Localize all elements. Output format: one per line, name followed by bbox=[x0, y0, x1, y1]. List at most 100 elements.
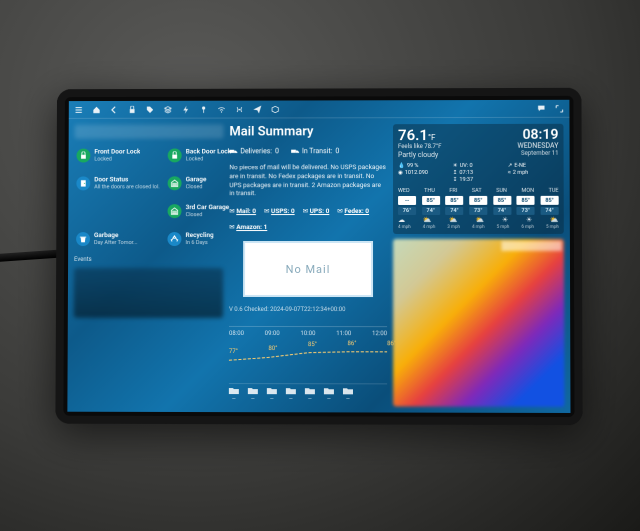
forecast-wind: 4 mph bbox=[423, 225, 436, 230]
condition: Partly cloudy bbox=[398, 151, 442, 159]
forecast-day: SUN bbox=[496, 188, 507, 194]
mail-image-text: No Mail bbox=[286, 263, 331, 276]
broadcast-icon[interactable] bbox=[235, 105, 243, 113]
mail-checked: V 0.6 Checked: 2024-09-07T22:12:34+00:00 bbox=[229, 306, 387, 313]
expand-icon[interactable] bbox=[555, 104, 563, 112]
forecast-hi: 85° bbox=[540, 196, 558, 205]
status-tiles: Front Door LockLocked Back Door LockLock… bbox=[74, 143, 223, 251]
carrier-fedex: ✉ Fedex: 0 bbox=[337, 207, 369, 215]
menu-icon[interactable] bbox=[75, 106, 83, 114]
folder-icon bbox=[324, 387, 334, 395]
wifi-icon[interactable] bbox=[218, 105, 226, 113]
folder-item[interactable]: — bbox=[267, 387, 277, 402]
forecast-icon: ☀ bbox=[502, 216, 508, 224]
truck-icon bbox=[229, 147, 237, 155]
lock-icon bbox=[76, 149, 90, 163]
forecast-wind: 6 mph bbox=[521, 225, 534, 230]
recycle-icon bbox=[168, 232, 182, 246]
forecast-day: THU bbox=[424, 188, 435, 194]
tag-icon[interactable] bbox=[146, 105, 154, 113]
folder-item[interactable]: — bbox=[229, 387, 239, 402]
home-icon[interactable] bbox=[93, 105, 101, 113]
transit-stat: In Transit: 0 bbox=[291, 147, 339, 155]
wind-spd: ≈2 mph bbox=[508, 170, 559, 176]
clock-date: September 11 bbox=[517, 150, 558, 157]
lock-icon[interactable] bbox=[128, 105, 136, 113]
left-column: Front Door LockLocked Back Door LockLock… bbox=[73, 125, 223, 407]
forecast-day: MON bbox=[521, 188, 534, 194]
lock-icon bbox=[168, 148, 182, 162]
feels-like: Feels like 78.7°F bbox=[398, 143, 442, 150]
transit-icon bbox=[291, 147, 299, 155]
carrier-ups: ✉ UPS: 0 bbox=[303, 207, 330, 215]
forecast-day: SAT bbox=[472, 188, 482, 194]
layers-icon[interactable] bbox=[164, 105, 172, 113]
trash-icon bbox=[76, 232, 90, 246]
forecast-hi: -- bbox=[398, 196, 416, 205]
humidity: 💧99 % bbox=[398, 163, 449, 169]
forecast-day: TUE bbox=[549, 188, 559, 194]
back-icon[interactable] bbox=[110, 105, 118, 113]
tile-door-status[interactable]: Door StatusAll the doors are closed lol. bbox=[74, 171, 161, 195]
camera-preview[interactable] bbox=[74, 268, 223, 318]
forecast-icon: ☀ bbox=[526, 216, 532, 224]
chart-hour: 09:00 bbox=[265, 330, 280, 337]
tile-front-door-lock[interactable]: Front Door LockLocked bbox=[74, 144, 161, 168]
chat-icon[interactable] bbox=[537, 104, 545, 112]
tile-garage[interactable]: GarageClosed bbox=[166, 171, 233, 195]
cube-icon[interactable] bbox=[271, 105, 279, 113]
forecast-wind: 5 mph bbox=[546, 225, 559, 230]
mail-image[interactable]: No Mail bbox=[243, 241, 373, 297]
wind-dir: ↗E-NE bbox=[508, 163, 559, 169]
send-icon[interactable] bbox=[253, 105, 261, 113]
events-label: Events bbox=[74, 256, 223, 263]
sunset: ↧19:37 bbox=[453, 177, 504, 183]
chart-hour: 10:00 bbox=[300, 330, 315, 337]
forecast-lo: 73° bbox=[517, 207, 535, 215]
uv: ☀UV: 0 bbox=[453, 163, 504, 169]
forecast-wind: 3 mph bbox=[447, 225, 460, 230]
folder-item[interactable]: — bbox=[248, 387, 258, 402]
forecast-icon: ⛅ bbox=[550, 216, 559, 224]
forecast-wind: 4 mph bbox=[472, 225, 485, 230]
pin-icon[interactable] bbox=[200, 105, 208, 113]
carrier-row: ✉ Mail: 0✉ USPS: 0✉ UPS: 0✉ Fedex: 0✉ Am… bbox=[229, 207, 387, 231]
forecast-lo: 73° bbox=[469, 207, 487, 215]
folder-icon bbox=[267, 387, 277, 395]
folder-item[interactable]: — bbox=[343, 387, 353, 402]
folder-icon bbox=[286, 387, 296, 395]
chart-point-label: 80° bbox=[268, 345, 277, 352]
forecast-hi: 85° bbox=[469, 196, 487, 205]
folder-icon bbox=[248, 387, 258, 395]
flash-icon[interactable] bbox=[182, 105, 190, 113]
chart-hour: 11:00 bbox=[336, 330, 351, 337]
door-icon bbox=[76, 176, 90, 190]
folder-item[interactable]: — bbox=[324, 387, 334, 402]
chart-point-label: 85° bbox=[308, 341, 317, 348]
forecast-lo: 74° bbox=[445, 207, 463, 215]
carrier-usps: ✉ USPS: 0 bbox=[264, 207, 295, 215]
weather-column: 76.1°F Feels like 78.7°F Partly cloudy 0… bbox=[393, 124, 564, 407]
tile-garbage[interactable]: GarbageDay After Tomor... bbox=[74, 227, 162, 251]
folder-item[interactable]: — bbox=[286, 387, 296, 402]
tile-recycling[interactable]: RecyclingIn 6 Days bbox=[166, 227, 233, 251]
folder-row: — — — — — — — bbox=[229, 383, 387, 402]
weather-radar[interactable] bbox=[393, 239, 564, 407]
dashboard-screen: Front Door LockLocked Back Door LockLock… bbox=[67, 100, 570, 413]
tile-3rd-car-garage[interactable]: 3rd Car GarageClosed bbox=[166, 199, 233, 223]
toolbar bbox=[69, 100, 570, 119]
folder-icon bbox=[343, 387, 353, 395]
folder-item[interactable]: — bbox=[305, 387, 315, 402]
carrier-mail: ✉ Mail: 0 bbox=[229, 207, 256, 215]
pressure: ◉1012.090 bbox=[398, 170, 449, 176]
forecast-hi: 85° bbox=[422, 196, 440, 205]
forecast-hi: 85° bbox=[445, 196, 463, 205]
observations: 💧99 % ☀UV: 0 ↗E-NE ◉1012.090 ↥07:13 ≈2 m… bbox=[398, 163, 559, 183]
current-temp: 76.1°F bbox=[398, 128, 442, 143]
forecast-day: FRI bbox=[449, 188, 457, 194]
chart-hour: 12:00 bbox=[372, 330, 387, 337]
garage-icon bbox=[168, 176, 182, 190]
mail-column: Mail Summary Deliveries: 0 In Transit: 0… bbox=[229, 124, 387, 406]
tile-back-door-lock[interactable]: Back Door LockLocked bbox=[166, 143, 233, 167]
weather-card: 76.1°F Feels like 78.7°F Partly cloudy 0… bbox=[393, 124, 564, 234]
